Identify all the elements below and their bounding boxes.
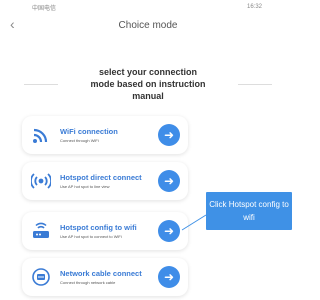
callout-line <box>181 214 207 231</box>
tooltip-text: Click Hotspot config to wifi <box>209 200 289 222</box>
instruction-tooltip: Click Hotspot config to wifi <box>206 192 292 230</box>
